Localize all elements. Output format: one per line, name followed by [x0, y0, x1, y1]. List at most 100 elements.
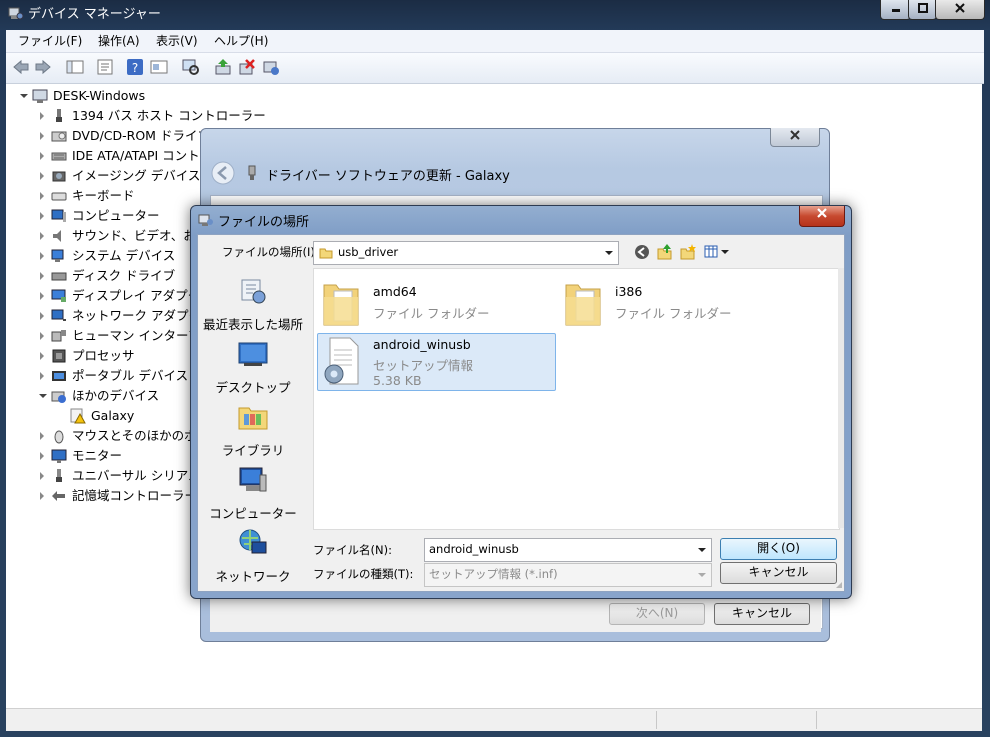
port-icon — [56, 109, 62, 122]
collapsed-arrow-icon[interactable] — [40, 232, 44, 240]
enable-device-icon[interactable] — [262, 58, 280, 76]
tree-item[interactable]: プロセッサ — [6, 346, 196, 366]
tree-item[interactable]: モニター — [6, 446, 196, 466]
tree-item-label: プロセッサ — [72, 348, 135, 363]
close-icon — [817, 208, 827, 218]
resize-grip-icon[interactable] — [834, 580, 843, 589]
tree-child-label: Galaxy — [91, 408, 135, 423]
tree-item[interactable]: イメージング デバイス — [6, 166, 200, 186]
tree-item[interactable]: キーボード — [6, 186, 196, 206]
back-arrow-icon[interactable] — [12, 58, 30, 76]
tree-item[interactable]: ユニバーサル シリアル バス — [6, 466, 230, 486]
collapsed-arrow-icon[interactable] — [40, 152, 44, 160]
tree-item[interactable]: コンピューター — [6, 206, 196, 226]
toolbar: ? — [6, 53, 984, 84]
collapsed-arrow-icon[interactable] — [40, 312, 44, 320]
minimize-icon — [891, 9, 900, 12]
tree-item[interactable]: マウスとそのほかのポインティング — [6, 426, 271, 446]
menu-file[interactable]: ファイル(F) — [18, 33, 82, 49]
forward-arrow-icon[interactable] — [34, 58, 52, 76]
collapsed-arrow-icon[interactable] — [40, 132, 44, 140]
collapsed-arrow-icon[interactable] — [40, 112, 44, 120]
next-button[interactable]: 次へ(N) — [609, 603, 705, 625]
expanded-arrow-icon[interactable] — [39, 394, 47, 398]
file-item-i386[interactable]: i386 ファイル フォルダー — [562, 277, 792, 329]
unknown-device-icon — [51, 391, 66, 403]
collapsed-arrow-icon[interactable] — [40, 372, 44, 380]
menu-view[interactable]: 表示(V) — [156, 33, 198, 49]
display-icon — [51, 289, 66, 302]
tree-item[interactable]: IDE ATA/ATAPI コントローラー — [6, 146, 250, 166]
properties-icon[interactable] — [96, 58, 114, 76]
collapsed-arrow-icon[interactable] — [40, 452, 44, 460]
scan-hardware-icon[interactable] — [182, 58, 200, 76]
view-menu-icon[interactable] — [704, 244, 730, 260]
collapsed-arrow-icon[interactable] — [40, 252, 44, 260]
collapsed-arrow-icon[interactable] — [40, 432, 44, 440]
dialog-close-button[interactable] — [799, 206, 845, 227]
tree-item[interactable]: システム デバイス — [6, 246, 196, 266]
tree-item[interactable]: DVD/CD-ROM ドライブ — [6, 126, 210, 146]
wizard-cancel-button[interactable]: キャンセル — [714, 603, 810, 625]
collapsed-arrow-icon[interactable] — [40, 472, 44, 480]
usb-icon — [56, 469, 62, 482]
tree-item[interactable]: ポータブル デバイス — [6, 366, 196, 386]
menu-help[interactable]: ヘルプ(H) — [214, 33, 268, 49]
new-folder-icon[interactable] — [679, 243, 697, 261]
tree-item-label: モニター — [72, 448, 123, 463]
show-hide-tree-icon[interactable] — [66, 58, 84, 76]
tree-item[interactable]: ネットワーク アダプター — [6, 306, 213, 326]
collapsed-arrow-icon[interactable] — [40, 332, 44, 340]
view-icon[interactable] — [150, 58, 168, 76]
tree-item[interactable]: 記憶域コントローラー — [6, 486, 197, 506]
tree-item[interactable]: ヒューマン インターフェイス — [6, 326, 237, 346]
tree-item[interactable]: ディスク ドライブ — [6, 266, 196, 286]
dialog-cancel-button[interactable]: キャンセル — [720, 562, 837, 584]
chevron-down-icon — [698, 548, 706, 552]
update-driver-icon[interactable] — [214, 58, 232, 76]
wizard-close-button[interactable] — [770, 128, 820, 147]
uninstall-icon[interactable] — [238, 58, 256, 76]
location-label: ファイルの場所(I): — [222, 245, 319, 259]
collapsed-arrow-icon[interactable] — [40, 192, 44, 200]
tree-child-item[interactable]: Galaxy — [6, 406, 196, 426]
up-folder-icon[interactable] — [656, 243, 674, 261]
file-item-android-winusb[interactable]: android_winusb セットアップ情報 5.38 KB — [317, 333, 556, 391]
back-arrow-icon[interactable] — [210, 160, 236, 186]
file-list-scrollbar[interactable] — [838, 268, 844, 528]
menu-bar: ファイル(F) 操作(A) 表示(V) ヘルプ(H) — [6, 30, 984, 53]
open-button[interactable]: 開く(O) — [720, 538, 837, 560]
file-item-amd64[interactable]: amd64 ファイル フォルダー — [320, 277, 550, 329]
tree-item[interactable]: サウンド、ビデオ、お — [6, 226, 196, 246]
close-icon — [790, 130, 800, 140]
collapsed-arrow-icon[interactable] — [40, 292, 44, 300]
tree-item-label: ディスク ドライブ — [72, 268, 176, 283]
filename-input[interactable]: android_winusb — [424, 538, 712, 562]
dvd-icon — [51, 131, 67, 142]
location-dropdown[interactable]: usb_driver — [313, 241, 619, 265]
collapsed-arrow-icon[interactable] — [40, 352, 44, 360]
menu-action[interactable]: 操作(A) — [98, 33, 140, 49]
expanded-arrow-icon[interactable] — [20, 94, 28, 98]
filetype-dropdown[interactable]: セットアップ情報 (*.inf) — [424, 563, 712, 587]
minimize-button[interactable] — [880, 0, 911, 20]
network-icon — [51, 309, 66, 321]
close-button[interactable] — [935, 0, 985, 20]
tree-item[interactable]: ほかのデバイス — [6, 386, 196, 406]
tree-item-label: イメージング デバイス — [72, 168, 201, 183]
tree-item[interactable]: ディスプレイ アダプター — [6, 286, 213, 306]
filetype-label: ファイルの種類(T): — [313, 567, 414, 581]
tree-item-label: ほかのデバイス — [72, 388, 160, 403]
help-icon[interactable]: ? — [126, 58, 144, 76]
back-icon[interactable] — [634, 244, 650, 260]
collapsed-arrow-icon[interactable] — [40, 492, 44, 500]
chevron-down-icon — [698, 573, 706, 577]
tree-item[interactable]: 1394 バス ホスト コントローラー — [6, 106, 266, 126]
hid-icon — [51, 330, 66, 342]
maximize-button[interactable] — [908, 0, 937, 20]
collapsed-arrow-icon[interactable] — [40, 272, 44, 280]
portable-icon — [52, 371, 66, 381]
collapsed-arrow-icon[interactable] — [40, 172, 44, 180]
tree-root[interactable]: DESK-Windows — [6, 86, 306, 106]
collapsed-arrow-icon[interactable] — [40, 212, 44, 220]
